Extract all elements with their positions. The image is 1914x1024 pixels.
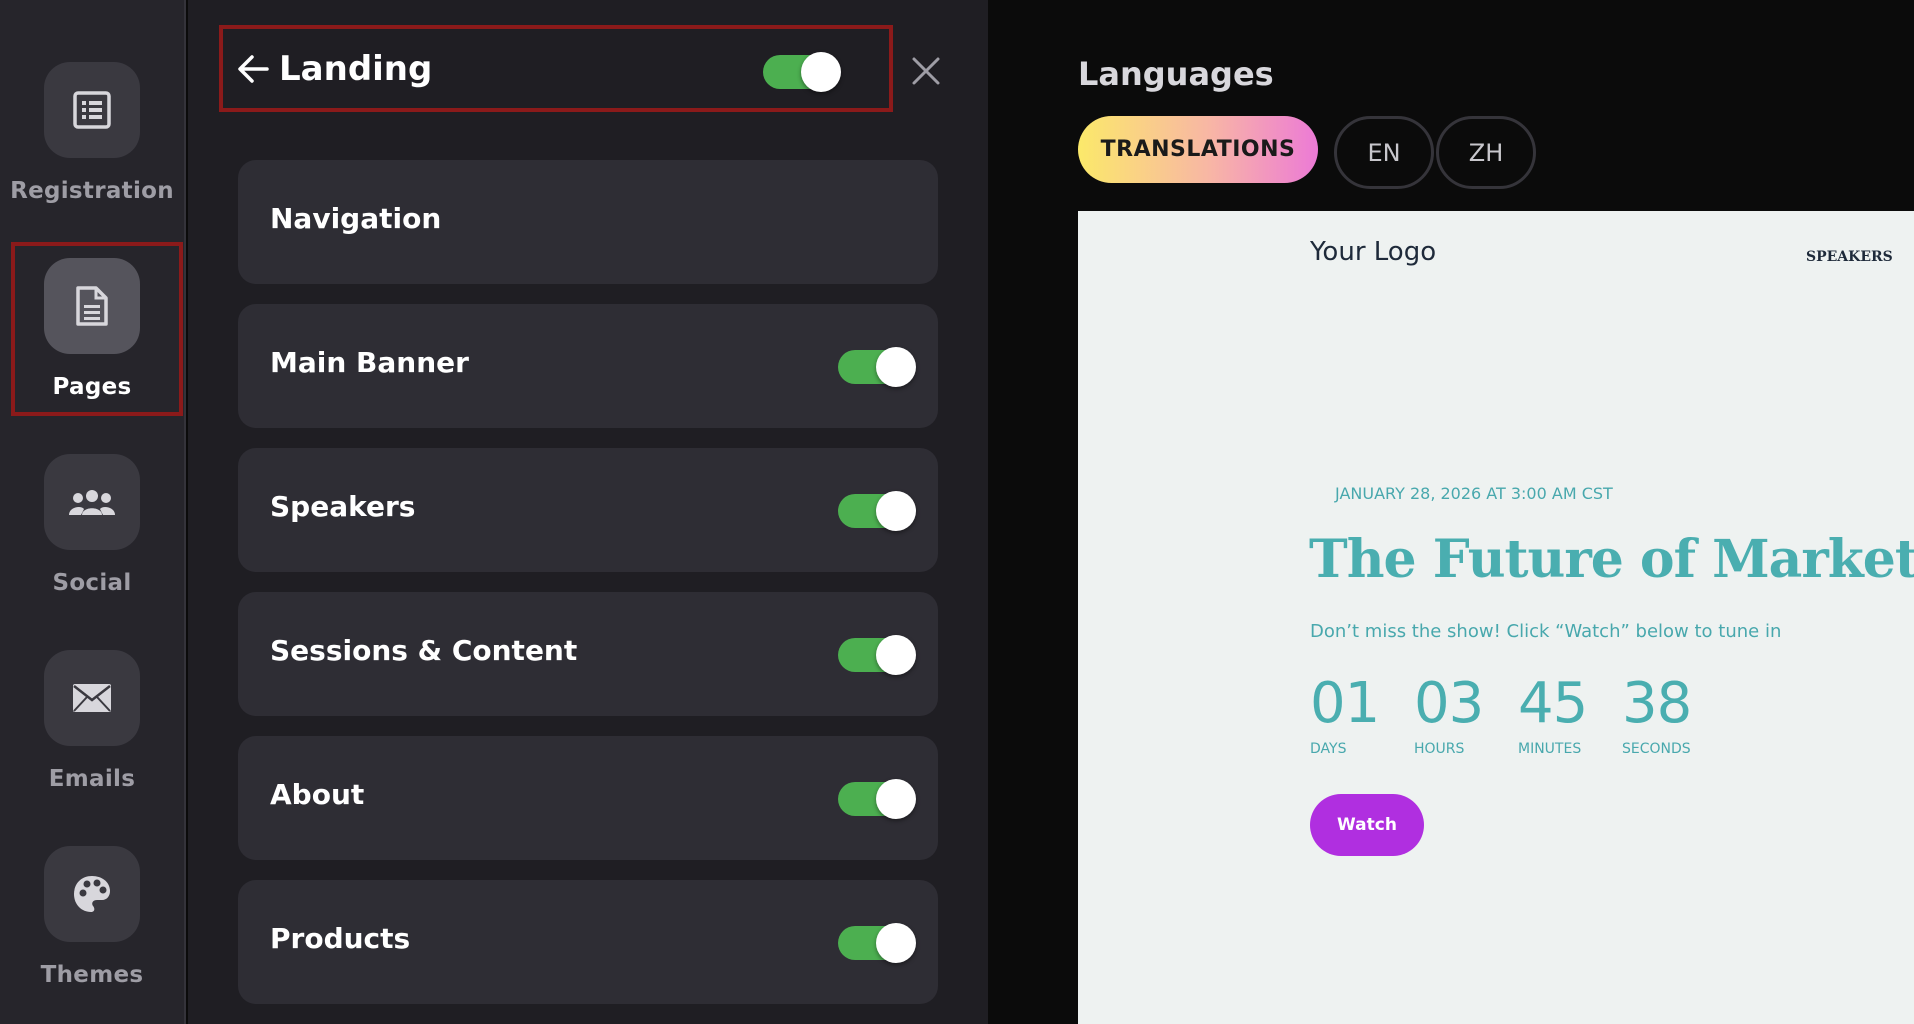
section-main-banner[interactable]: Main Banner [238,304,938,428]
countdown-unit: SECONDS [1622,741,1691,757]
envelope-icon [44,650,140,746]
countdown-unit: HOURS [1414,741,1465,757]
section-label: Main Banner [270,346,469,379]
users-icon [44,454,140,550]
countdown-unit: MINUTES [1518,741,1582,757]
countdown-value: 01 [1310,671,1380,736]
products-toggle[interactable] [838,923,916,963]
section-label: Products [270,922,411,955]
panel-title: Landing [279,49,433,89]
preview-event-title: The Future of Marketing [1309,529,1914,590]
section-label: Sessions & Content [270,634,578,667]
section-navigation[interactable]: Navigation [238,160,938,284]
translations-button[interactable]: TRANSLATIONS [1078,116,1318,183]
language-zh-button[interactable]: ZH [1436,116,1536,189]
preview-logo: Your Logo [1310,237,1437,267]
preview-area: Languages TRANSLATIONS EN ZH Your Logo S… [988,0,1914,1024]
countdown-hours: 03 HOURS [1414,669,1484,757]
about-toggle[interactable] [838,779,916,819]
countdown-unit: DAYS [1310,741,1347,757]
palette-icon [44,846,140,942]
landing-page-toggle[interactable] [763,52,841,92]
countdown-value: 38 [1622,671,1692,736]
section-label: Speakers [270,490,416,523]
back-arrow-icon[interactable] [237,54,269,84]
active-item-highlight [11,242,183,416]
preview-nav-link[interactable]: SPEAKERS [1806,249,1893,265]
rail-item-registration[interactable]: Registration [0,62,184,252]
section-about[interactable]: About [238,736,938,860]
preview-event-date: JANUARY 28, 2026 AT 3:00 AM CST [1335,484,1613,503]
section-sessions-content[interactable]: Sessions & Content [238,592,938,716]
section-products[interactable]: Products [238,880,938,1004]
landing-page-preview: Your Logo SPEAKERS JANUARY 28, 2026 AT 3… [1078,211,1914,1024]
rail-item-social[interactable]: Social [0,454,184,644]
close-icon[interactable] [909,54,943,88]
countdown-value: 03 [1414,671,1484,736]
language-en-button[interactable]: EN [1334,116,1434,189]
countdown-seconds: 38 SECONDS [1622,669,1692,757]
rail-item-themes[interactable]: Themes [0,846,184,1024]
preview-subtitle: Don’t miss the show! Click “Watch” below… [1310,621,1782,642]
left-nav-rail: Registration Pages Social Emails Themes [0,0,186,1024]
page-settings-panel: Landing Navigation Main Banner Speakers … [188,0,988,1024]
speakers-toggle[interactable] [838,491,916,531]
rail-label-registration: Registration [10,178,174,204]
countdown-value: 45 [1518,671,1588,736]
sessions-content-toggle[interactable] [838,635,916,675]
panel-header: Landing [219,25,893,112]
languages-title: Languages [1078,55,1274,93]
countdown-days: 01 DAYS [1310,669,1380,757]
countdown-minutes: 45 MINUTES [1518,669,1588,757]
section-label: Navigation [270,202,442,235]
rail-label-themes: Themes [40,962,144,988]
section-speakers[interactable]: Speakers [238,448,938,572]
list-icon [44,62,140,158]
section-label: About [270,778,365,811]
rail-label-social: Social [52,570,132,596]
watch-button[interactable]: Watch [1310,794,1424,856]
rail-item-emails[interactable]: Emails [0,650,184,840]
main-banner-toggle[interactable] [838,347,916,387]
rail-label-emails: Emails [48,766,136,792]
